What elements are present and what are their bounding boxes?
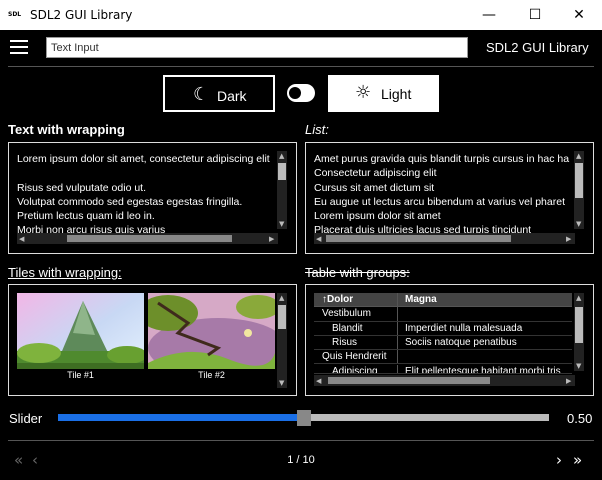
text-wrapping-panel[interactable]: Lorem ipsum dolor sit amet, consectetur … bbox=[8, 142, 297, 254]
scroll-right-arrow-icon[interactable]: ▶ bbox=[566, 377, 571, 385]
close-button[interactable]: ✕ bbox=[556, 0, 602, 30]
tile-2-label: Tile #2 bbox=[148, 369, 275, 381]
column-header-dolor[interactable]: ↑Dolor bbox=[314, 293, 398, 307]
table-heading: Table with groups: bbox=[305, 265, 410, 280]
tiles-heading: Tiles with wrapping: bbox=[8, 265, 122, 280]
list-horizontal-scrollbar[interactable]: ◀ ▶ bbox=[314, 233, 575, 244]
scroll-thumb[interactable] bbox=[278, 163, 286, 180]
table-row[interactable]: Adipiscing Elit pellentesque habitant mo… bbox=[314, 364, 572, 374]
scroll-down-arrow-icon[interactable]: ▼ bbox=[576, 220, 581, 228]
sdl-logo-icon: SDL bbox=[8, 11, 22, 18]
text-wrapping-content: Lorem ipsum dolor sit amet, consectetur … bbox=[17, 152, 276, 238]
table-cell: Imperdiet nulla malesuada bbox=[405, 322, 523, 334]
slider-fill bbox=[58, 414, 304, 421]
window-title: SDL2 GUI Library bbox=[30, 8, 133, 22]
table-horizontal-scrollbar[interactable]: ◀ ▶ bbox=[314, 375, 575, 386]
table-cell: Vestibulum bbox=[314, 307, 398, 321]
text-line: Volutpat commodo sed egestas egestas fri… bbox=[17, 195, 243, 208]
tile-1[interactable]: Tile #1 bbox=[17, 293, 144, 381]
table-row[interactable]: Blandit Imperdiet nulla malesuada bbox=[314, 321, 572, 336]
scroll-left-arrow-icon[interactable]: ◀ bbox=[19, 235, 24, 243]
list-vertical-scrollbar[interactable]: ▲ ▼ bbox=[574, 151, 584, 229]
list-heading: List: bbox=[305, 122, 329, 137]
scroll-thumb[interactable] bbox=[575, 307, 583, 343]
scroll-thumb[interactable] bbox=[326, 235, 511, 242]
scroll-left-arrow-icon[interactable]: ◀ bbox=[316, 235, 321, 243]
page-indicator: 1 / 10 bbox=[287, 454, 315, 466]
list-item[interactable]: Consectetur adipiscing elit bbox=[314, 166, 573, 180]
list-item[interactable]: Amet purus gravida quis blandit turpis c… bbox=[314, 152, 573, 166]
footer-divider bbox=[8, 440, 594, 441]
scroll-right-arrow-icon[interactable]: ▶ bbox=[269, 235, 274, 243]
text-wrapping-heading: Text with wrapping bbox=[8, 122, 125, 137]
table-panel[interactable]: ↑Dolor Magna Vestibulum Blandit Imperdie… bbox=[305, 284, 594, 396]
table-cell: Elit pellentesque habitant morbi tris bbox=[405, 365, 561, 374]
last-page-button[interactable]: » bbox=[573, 452, 582, 468]
minimize-button[interactable]: — bbox=[466, 0, 512, 30]
tile-1-image bbox=[17, 293, 144, 381]
theme-toggle[interactable] bbox=[287, 84, 315, 102]
table-group-row[interactable]: Vestibulum bbox=[314, 307, 572, 322]
light-theme-label: Light bbox=[381, 86, 412, 102]
column-header-magna[interactable]: Magna bbox=[405, 293, 572, 306]
list-item[interactable]: Lorem ipsum dolor sit amet bbox=[314, 209, 573, 223]
scroll-up-arrow-icon[interactable]: ▲ bbox=[576, 152, 581, 160]
light-theme-button[interactable]: ☼ Light bbox=[328, 75, 439, 112]
sun-icon: ☼ bbox=[355, 82, 372, 103]
scroll-down-arrow-icon[interactable]: ▼ bbox=[576, 362, 581, 370]
next-page-button[interactable]: › bbox=[556, 452, 562, 468]
tile-2[interactable]: Tile #2 bbox=[148, 293, 275, 381]
scroll-thumb[interactable] bbox=[278, 305, 286, 329]
slider-value: 0.50 bbox=[567, 411, 593, 426]
scroll-up-arrow-icon[interactable]: ▲ bbox=[279, 152, 284, 160]
dark-theme-label: Dark bbox=[217, 88, 247, 104]
text-line: Risus sed vulputate odio ut. bbox=[17, 181, 146, 194]
table-cell: Quis Hendrerit bbox=[314, 350, 398, 364]
header-divider bbox=[8, 66, 594, 67]
slider-label: Slider bbox=[9, 411, 43, 426]
table-group-row[interactable]: Quis Hendrerit bbox=[314, 350, 572, 365]
table-cell: Adipiscing bbox=[314, 364, 398, 373]
table-header-row: ↑Dolor Magna bbox=[314, 293, 572, 308]
slider-thumb[interactable] bbox=[296, 410, 311, 426]
table-cell: Blandit bbox=[314, 321, 398, 335]
scroll-up-arrow-icon[interactable]: ▲ bbox=[279, 294, 284, 302]
text-vertical-scrollbar[interactable]: ▲ ▼ bbox=[277, 151, 287, 229]
text-line bbox=[17, 166, 276, 180]
moon-icon: ☾ bbox=[193, 84, 210, 105]
scroll-thumb[interactable] bbox=[67, 235, 232, 242]
scroll-thumb[interactable] bbox=[328, 377, 490, 384]
hamburger-menu-icon[interactable] bbox=[10, 38, 30, 56]
list-item[interactable]: Cursus sit amet dictum sit bbox=[314, 181, 573, 195]
tile-1-label: Tile #1 bbox=[17, 369, 144, 381]
app-title: SDL2 GUI Library bbox=[486, 40, 589, 55]
text-horizontal-scrollbar[interactable]: ◀ ▶ bbox=[17, 233, 278, 244]
tiles-panel[interactable]: Tile #1 Tile #2 ▲ ▼ bbox=[8, 284, 297, 396]
list-panel[interactable]: Amet purus gravida quis blandit turpis c… bbox=[305, 142, 594, 254]
tile-2-image bbox=[148, 293, 275, 381]
scroll-up-arrow-icon[interactable]: ▲ bbox=[576, 294, 581, 302]
table-cell: Sociis natoque penatibus bbox=[405, 336, 517, 348]
text-line: Pretium lectus quam id leo in. bbox=[17, 210, 155, 223]
scroll-right-arrow-icon[interactable]: ▶ bbox=[566, 235, 571, 243]
scroll-down-arrow-icon[interactable]: ▼ bbox=[279, 379, 284, 387]
text-input[interactable] bbox=[46, 37, 468, 58]
window-titlebar: SDL SDL2 GUI Library — ☐ ✕ bbox=[0, 0, 602, 30]
table-vertical-scrollbar[interactable]: ▲ ▼ bbox=[574, 293, 584, 371]
scroll-thumb[interactable] bbox=[575, 163, 583, 198]
scroll-down-arrow-icon[interactable]: ▼ bbox=[279, 220, 284, 228]
toggle-knob bbox=[289, 87, 301, 99]
table-cell: Risus bbox=[314, 335, 398, 350]
dark-theme-button[interactable]: ☾ Dark bbox=[163, 75, 275, 112]
table-row[interactable]: Risus Sociis natoque penatibus bbox=[314, 335, 572, 351]
maximize-button[interactable]: ☐ bbox=[512, 0, 558, 30]
scroll-left-arrow-icon[interactable]: ◀ bbox=[316, 377, 321, 385]
text-line: Lorem ipsum dolor sit amet, consectetur … bbox=[17, 153, 270, 165]
list-item[interactable]: Eu augue ut lectus arcu bibendum at vari… bbox=[314, 195, 573, 209]
list-content: Amet purus gravida quis blandit turpis c… bbox=[314, 152, 573, 238]
tiles-vertical-scrollbar[interactable]: ▲ ▼ bbox=[277, 293, 287, 388]
